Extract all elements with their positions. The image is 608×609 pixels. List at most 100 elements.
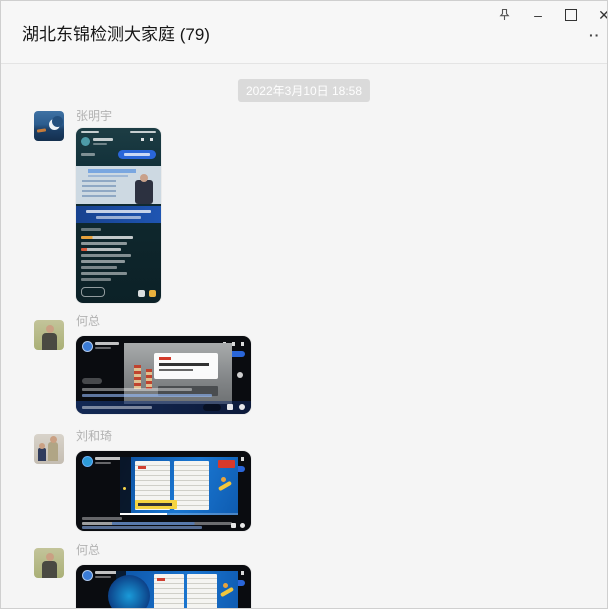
- decor: [82, 180, 116, 197]
- traffic-cone: [146, 369, 152, 389]
- decor: [203, 404, 221, 411]
- head-shape: [50, 436, 57, 443]
- video-frame: [120, 457, 238, 515]
- decor: [239, 404, 245, 410]
- bottom-strip: [76, 401, 251, 414]
- decor: [82, 517, 122, 520]
- video-frame: [76, 166, 161, 204]
- chat-title: 湖北东锦检测大家庭 (79): [22, 20, 210, 45]
- avatar-zhangmingyu[interactable]: [34, 111, 64, 141]
- presenter-body: [135, 180, 153, 204]
- decor: [81, 236, 133, 239]
- decor: [81, 266, 117, 269]
- comment-input-pill: [81, 287, 105, 297]
- decor: [82, 526, 202, 529]
- mascot-head: [221, 477, 226, 482]
- date-divider: 2022年3月10日 18:58: [238, 79, 370, 102]
- maximize-icon: [565, 9, 577, 21]
- sender-name: 何总: [76, 541, 100, 558]
- minimize-button[interactable]: –: [525, 4, 551, 26]
- decor: [81, 242, 127, 245]
- avatar-liuheqi[interactable]: [34, 434, 64, 464]
- decor: [81, 278, 111, 281]
- message-image-portrait[interactable]: [76, 128, 161, 303]
- head-shape: [46, 325, 54, 333]
- adult-figure: [48, 442, 58, 461]
- titlebar: 湖北东锦检测大家庭 (79) – ✕ ··: [1, 1, 607, 64]
- more-menu-button[interactable]: ··: [589, 27, 600, 43]
- document-page: [174, 461, 209, 510]
- document-page: [187, 574, 217, 609]
- progress-bar: [120, 513, 238, 515]
- decor: [138, 503, 172, 506]
- decor: [159, 363, 209, 366]
- traffic-cone: [134, 365, 141, 389]
- decor: [124, 153, 150, 156]
- avatar-hezong[interactable]: [34, 548, 64, 578]
- sender-name: 何总: [76, 312, 100, 329]
- decor: [95, 347, 111, 349]
- overlay-card: [154, 353, 218, 379]
- mascot-body: [218, 481, 232, 491]
- decor: [95, 462, 111, 464]
- decor: [95, 576, 111, 578]
- decor: [81, 260, 125, 263]
- sender-name: 张明宇: [76, 107, 112, 124]
- decor: [81, 272, 127, 275]
- decor: [81, 248, 121, 251]
- decor: [95, 342, 119, 345]
- decor: [123, 487, 126, 490]
- decor: [93, 138, 113, 141]
- red-badge: [218, 460, 235, 468]
- boat-shape: [37, 128, 46, 132]
- decor: [82, 522, 232, 525]
- decor: [82, 570, 93, 581]
- decor: [81, 228, 101, 231]
- wechat-chat-window: 湖北东锦检测大家庭 (79) – ✕ ·· 2022年3月10日 18:58 张…: [0, 0, 608, 609]
- close-button[interactable]: ✕: [591, 4, 608, 26]
- pushpin-glyph: [497, 7, 512, 22]
- banner: [76, 206, 161, 223]
- decor: [81, 131, 99, 133]
- message-image-landscape[interactable]: [76, 451, 251, 531]
- decor: [82, 388, 192, 391]
- maximize-button[interactable]: [558, 4, 584, 26]
- decor: [159, 357, 171, 360]
- suit-body: [42, 333, 57, 350]
- decor: [82, 378, 102, 384]
- decor: [81, 137, 90, 146]
- mascot-body: [220, 587, 234, 597]
- message-image-landscape[interactable]: [76, 336, 251, 414]
- gift-icon: [149, 290, 156, 297]
- decor: [159, 369, 193, 371]
- caption-highlight: [135, 500, 177, 509]
- decor: [96, 216, 141, 219]
- pin-icon[interactable]: [491, 3, 517, 25]
- share-icon: [138, 290, 145, 297]
- decor: [93, 143, 107, 145]
- sender-name: 刘和琦: [76, 427, 112, 444]
- decor: [157, 578, 165, 581]
- document-page: [154, 574, 184, 609]
- decor: [141, 138, 156, 141]
- head-shape: [39, 443, 45, 449]
- child-figure: [38, 448, 46, 461]
- presenter-head: [140, 174, 148, 182]
- head-shape: [46, 553, 54, 561]
- decor: [95, 457, 121, 460]
- decor: [88, 175, 128, 177]
- decor: [138, 466, 146, 469]
- mascot-head: [223, 583, 228, 588]
- decor: [130, 131, 156, 133]
- moon-crescent-mask: [52, 116, 63, 127]
- message-image-landscape-clipped[interactable]: [76, 565, 251, 609]
- suit-body: [42, 561, 57, 578]
- decor: [231, 523, 236, 528]
- decor: [86, 210, 151, 213]
- decor: [81, 254, 131, 257]
- video-frame: [116, 571, 238, 609]
- avatar-hezong[interactable]: [34, 320, 64, 350]
- decor: [82, 394, 212, 397]
- decor: [240, 523, 245, 528]
- decor: [82, 406, 152, 409]
